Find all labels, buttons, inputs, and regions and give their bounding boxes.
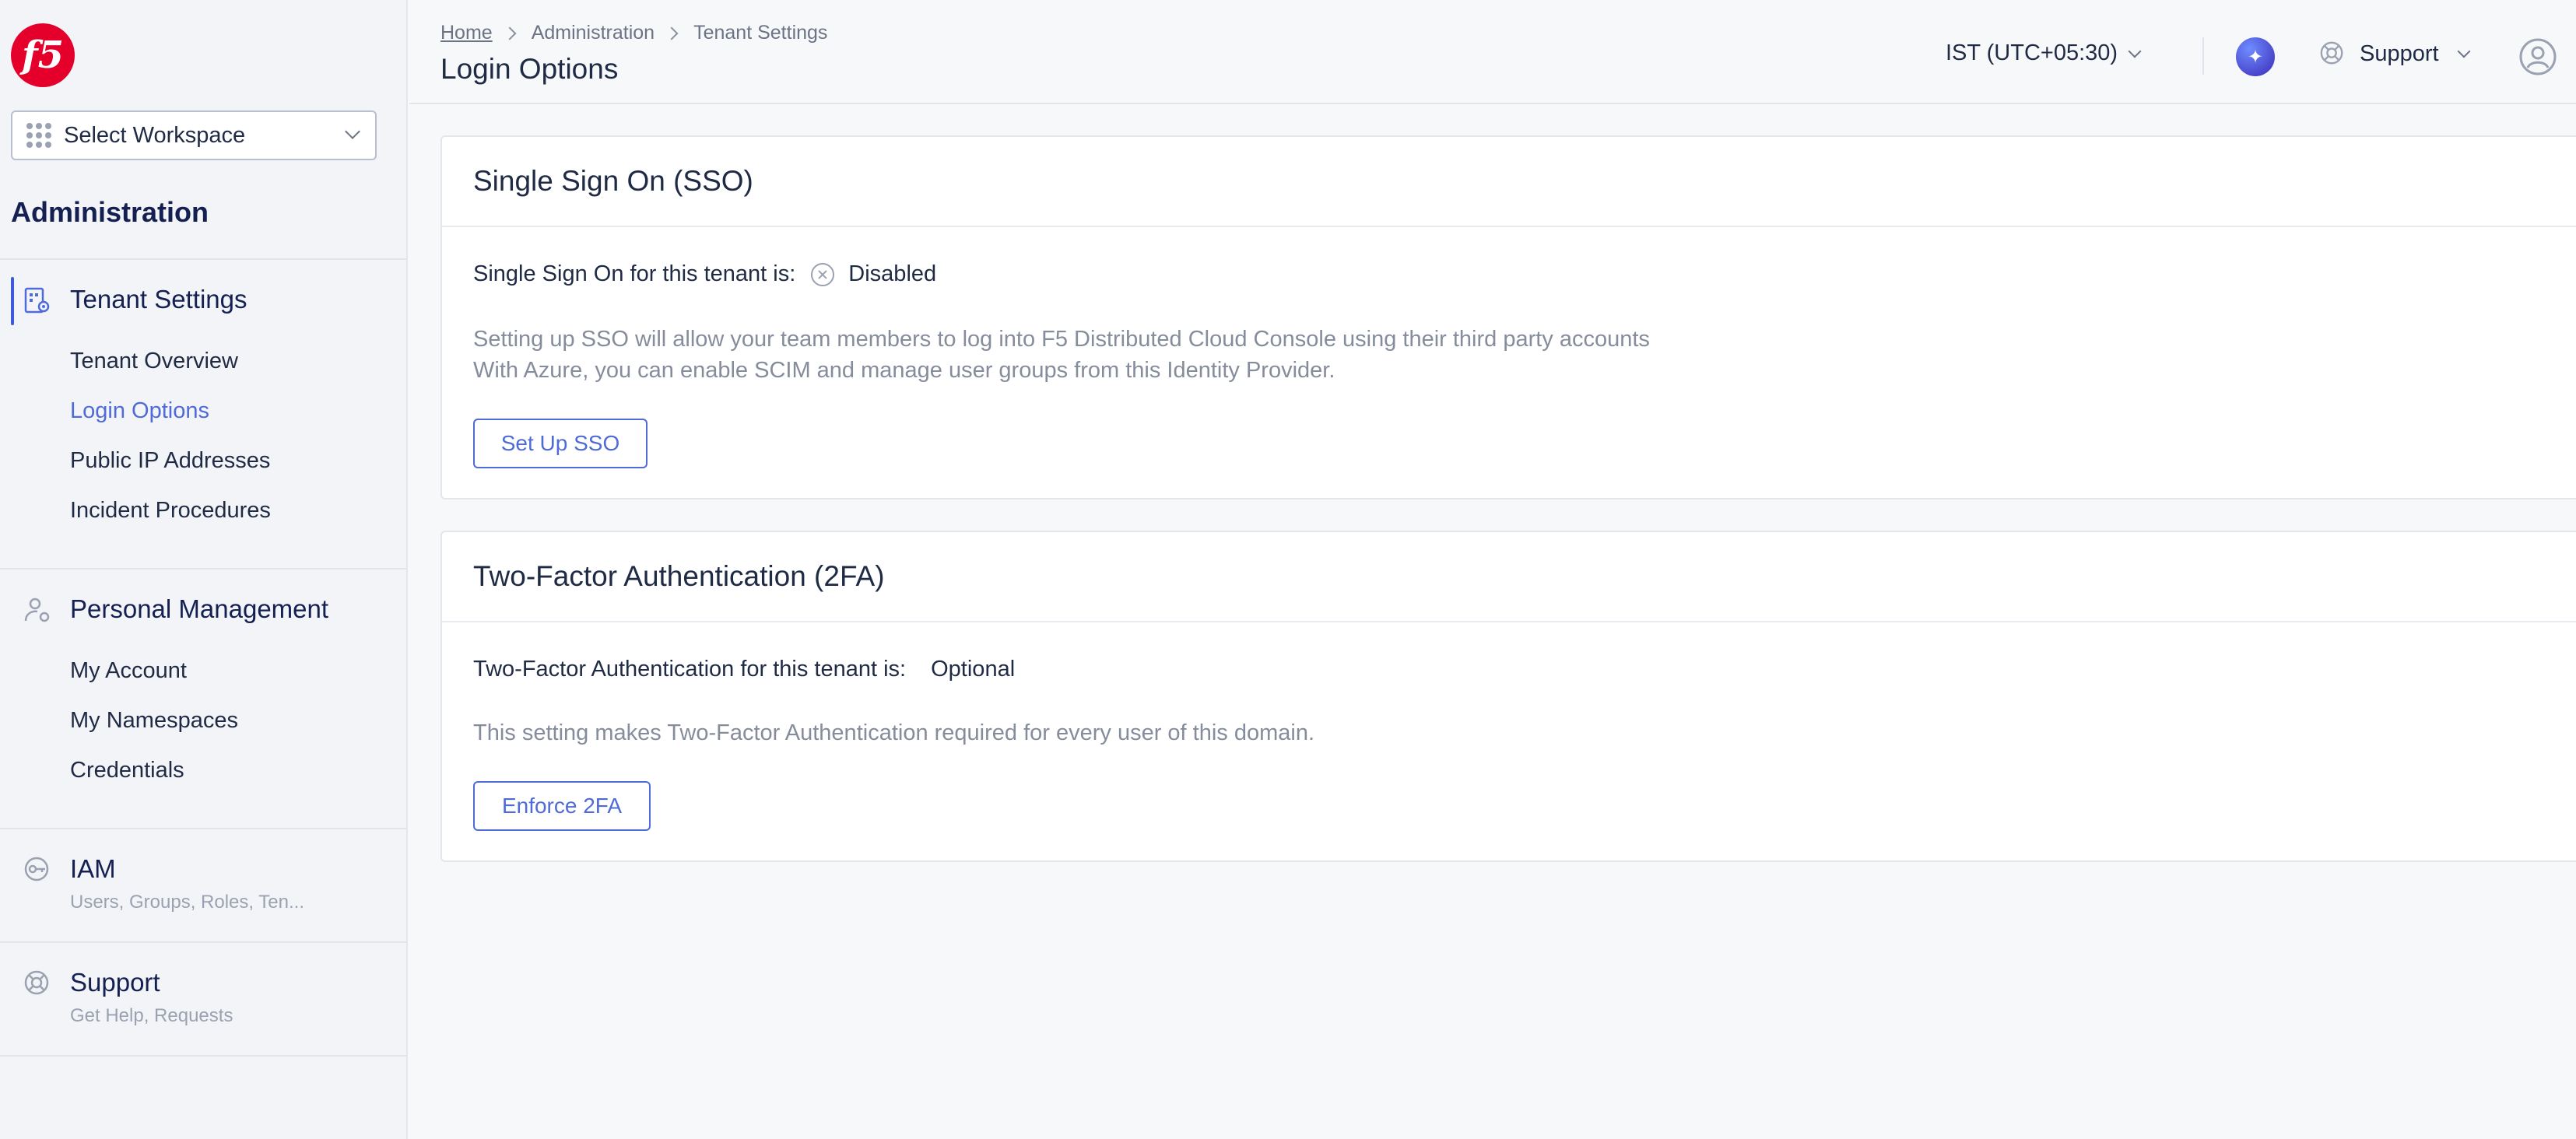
sidebar-item-my-namespaces[interactable]: My Namespaces bbox=[70, 708, 238, 734]
two-factor-status-label: Two-Factor Authentication for this tenan… bbox=[473, 657, 907, 682]
sidebar-item-my-account[interactable]: My Account bbox=[70, 658, 187, 684]
sidebar-group-tenant-settings[interactable]: Tenant Settings bbox=[70, 285, 247, 314]
sidebar-item-incident-procedures[interactable]: Incident Procedures bbox=[70, 498, 271, 524]
two-factor-status: Two-Factor Authentication for this tenan… bbox=[473, 657, 1015, 682]
chevron-right-icon bbox=[665, 26, 679, 40]
support-label: Support bbox=[2360, 40, 2439, 66]
key-icon bbox=[24, 857, 49, 881]
sso-description-line1: Setting up SSO will allow your team memb… bbox=[473, 327, 1650, 352]
enforce-2fa-button[interactable]: Enforce 2FA bbox=[473, 781, 651, 831]
sso-status-value: Disabled bbox=[848, 261, 937, 286]
sidebar-group-support[interactable]: Support bbox=[70, 968, 160, 997]
two-factor-card-title: Two-Factor Authentication (2FA) bbox=[442, 532, 2576, 622]
chevron-right-icon bbox=[503, 26, 517, 40]
two-factor-description: This setting makes Two-Factor Authentica… bbox=[473, 720, 1315, 745]
set-up-sso-button[interactable]: Set Up SSO bbox=[473, 419, 648, 468]
support-menu[interactable]: Support bbox=[2319, 40, 2471, 67]
ai-assistant-icon[interactable]: ✦ bbox=[2236, 37, 2275, 76]
sidebar-item-tenant-overview[interactable]: Tenant Overview bbox=[70, 349, 238, 374]
workspace-select-label: Select Workspace bbox=[64, 122, 246, 148]
chevron-down-icon bbox=[2457, 44, 2471, 58]
tenant-settings-icon bbox=[24, 287, 50, 314]
timezone-select[interactable]: IST (UTC+05:30) bbox=[1946, 40, 2142, 66]
workspace-select[interactable]: Select Workspace bbox=[11, 110, 377, 160]
divider bbox=[0, 568, 406, 570]
two-factor-status-value: Optional bbox=[931, 657, 1016, 682]
breadcrumb-home[interactable]: Home bbox=[440, 22, 493, 44]
sidebar-group-iam-subtitle: Users, Groups, Roles, Ten... bbox=[70, 892, 305, 913]
chevron-down-icon bbox=[2128, 44, 2142, 58]
active-group-indicator bbox=[11, 277, 14, 325]
divider bbox=[0, 258, 406, 260]
sidebar-heading: Administration bbox=[11, 196, 209, 228]
chevron-down-icon bbox=[345, 124, 360, 139]
apps-grid-icon bbox=[26, 123, 51, 148]
sso-card: Single Sign On (SSO) Single Sign On for … bbox=[440, 135, 2576, 499]
breadcrumb: Home Administration Tenant Settings bbox=[440, 22, 827, 44]
divider bbox=[2202, 37, 2204, 75]
divider bbox=[0, 1055, 406, 1057]
breadcrumb-tenant-settings[interactable]: Tenant Settings bbox=[693, 22, 827, 44]
sso-card-title: Single Sign On (SSO) bbox=[442, 137, 2576, 227]
user-avatar-icon[interactable] bbox=[2518, 37, 2557, 76]
divider bbox=[0, 941, 406, 943]
page-title: Login Options bbox=[440, 53, 619, 85]
sso-status: Single Sign On for this tenant is: Disab… bbox=[473, 261, 936, 287]
sso-status-label: Single Sign On for this tenant is: bbox=[473, 261, 796, 286]
f5-logo[interactable]: f5 bbox=[11, 23, 75, 87]
lifebuoy-icon bbox=[2320, 41, 2343, 65]
sidebar-item-public-ip-addresses[interactable]: Public IP Addresses bbox=[70, 448, 270, 474]
disabled-circle-x-icon bbox=[811, 262, 835, 286]
two-factor-card: Two-Factor Authentication (2FA) Two-Fact… bbox=[440, 531, 2576, 862]
personal-management-icon bbox=[24, 598, 50, 622]
sidebar-group-personal-management[interactable]: Personal Management bbox=[70, 594, 328, 624]
sidebar-group-iam[interactable]: IAM bbox=[70, 854, 116, 884]
sidebar: f5 Select Workspace Administration Tenan… bbox=[0, 0, 408, 1139]
timezone-label: IST (UTC+05:30) bbox=[1946, 40, 2118, 65]
sidebar-item-login-options[interactable]: Login Options bbox=[70, 398, 209, 424]
sidebar-group-support-subtitle: Get Help, Requests bbox=[70, 1005, 233, 1026]
breadcrumb-administration[interactable]: Administration bbox=[532, 22, 655, 44]
lifebuoy-icon bbox=[24, 970, 49, 995]
sidebar-item-credentials[interactable]: Credentials bbox=[70, 758, 184, 783]
sso-description-line2: With Azure, you can enable SCIM and mana… bbox=[473, 358, 1335, 383]
divider bbox=[0, 828, 406, 829]
